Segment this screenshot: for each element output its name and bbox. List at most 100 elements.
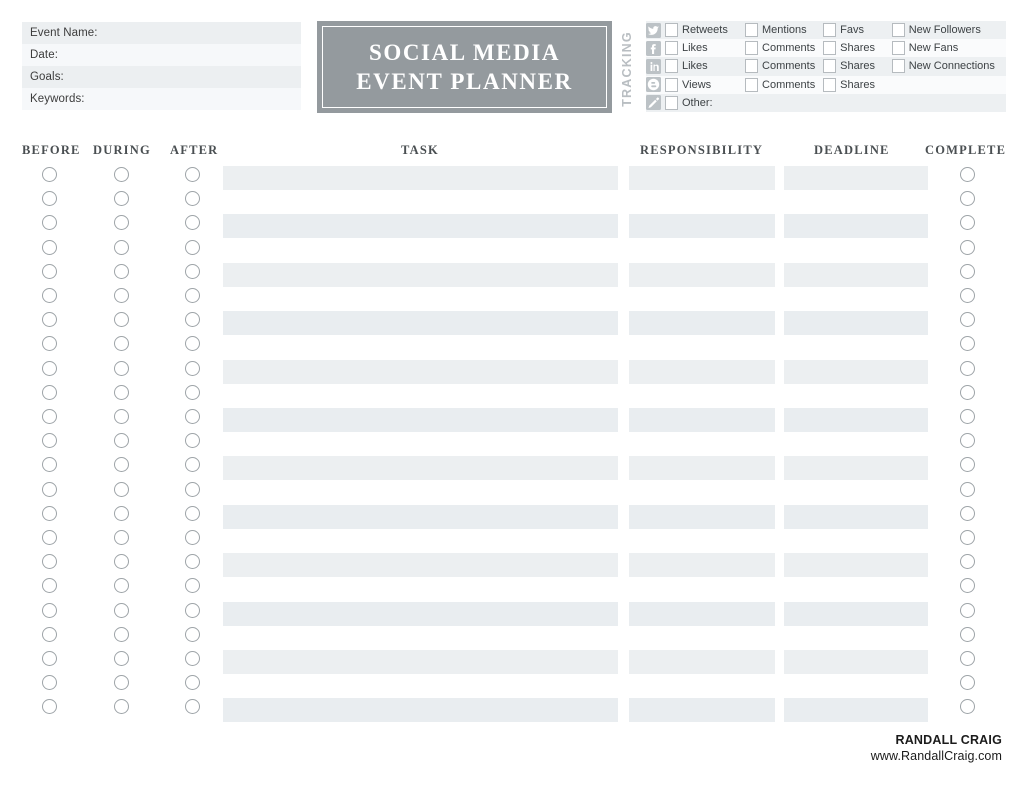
checkbox-circle-complete[interactable] <box>960 384 975 400</box>
checkbox-circle-after[interactable] <box>185 481 200 497</box>
checkbox-circle-after[interactable] <box>185 530 200 545</box>
checkbox-circle-before[interactable] <box>42 578 57 594</box>
checkbox-circle-before[interactable] <box>42 481 57 497</box>
checkbox-circle-before[interactable] <box>42 384 57 400</box>
checkbox-circle-during[interactable] <box>114 433 129 449</box>
checkbox-circle-before[interactable] <box>42 360 57 376</box>
checkbox-circle-after[interactable] <box>185 699 200 715</box>
checkbox-circle-after[interactable] <box>185 675 200 691</box>
checkbox-circle-during[interactable] <box>114 191 129 207</box>
input-field-responsibility[interactable] <box>629 553 775 578</box>
checkbox-circle-after[interactable] <box>185 288 200 303</box>
checkbox-circle-after[interactable] <box>185 626 200 642</box>
input-field-deadline[interactable] <box>784 214 928 239</box>
checkbox-circle-before[interactable] <box>42 602 57 618</box>
checkbox-circle-complete[interactable] <box>960 675 975 691</box>
checkbox-circle-during[interactable] <box>114 336 129 352</box>
checkbox-circle-before[interactable] <box>42 239 57 255</box>
checkbox-circle-before[interactable] <box>42 191 57 207</box>
checkbox-circle-after[interactable] <box>185 384 200 400</box>
checkbox-circle-complete[interactable] <box>960 699 975 715</box>
tracking-checkbox[interactable] <box>665 59 678 74</box>
checkbox-circle-after[interactable] <box>185 433 200 449</box>
checkbox-circle-complete[interactable] <box>960 505 975 521</box>
input-field-deadline[interactable] <box>784 456 928 481</box>
input-field-task[interactable] <box>223 601 618 626</box>
checkbox-circle-before[interactable] <box>42 530 57 545</box>
checkbox-circle-after[interactable] <box>185 602 200 618</box>
checkbox-circle-complete[interactable] <box>960 578 975 594</box>
checkbox-circle-complete[interactable] <box>960 288 975 303</box>
input-field-task[interactable] <box>223 456 618 481</box>
checkbox-circle-during[interactable] <box>114 360 129 376</box>
checkbox-circle-before[interactable] <box>42 505 57 521</box>
checkbox-circle-before[interactable] <box>42 336 57 352</box>
checkbox-circle-during[interactable] <box>114 675 129 691</box>
checkbox-circle-before[interactable] <box>42 167 57 182</box>
checkbox-circle-complete[interactable] <box>960 263 975 279</box>
checkbox-circle-during[interactable] <box>114 409 129 424</box>
checkbox-circle-during[interactable] <box>114 554 129 570</box>
checkbox-circle-complete[interactable] <box>960 554 975 570</box>
checkbox-circle-complete[interactable] <box>960 530 975 545</box>
checkbox-circle-after[interactable] <box>185 409 200 424</box>
tracking-checkbox[interactable] <box>745 41 759 56</box>
tracking-checkbox[interactable] <box>823 77 837 92</box>
input-field-responsibility[interactable] <box>629 166 775 190</box>
checkbox-circle-before[interactable] <box>42 651 57 666</box>
checkbox-circle-before[interactable] <box>42 263 57 279</box>
input-field-task[interactable] <box>223 214 618 239</box>
input-field-task[interactable] <box>223 166 618 190</box>
checkbox-circle-during[interactable] <box>114 481 129 497</box>
input-field-deadline[interactable] <box>784 311 928 336</box>
tracking-checkbox[interactable] <box>745 77 759 92</box>
checkbox-circle-during[interactable] <box>114 384 129 400</box>
tracking-checkbox[interactable] <box>891 59 905 74</box>
input-field-deadline[interactable] <box>784 359 928 384</box>
checkbox-circle-after[interactable] <box>185 312 200 328</box>
checkbox-circle-after[interactable] <box>185 239 200 255</box>
input-field-deadline[interactable] <box>784 601 928 626</box>
input-field-task[interactable] <box>223 650 618 674</box>
input-field-responsibility[interactable] <box>629 601 775 626</box>
input-field-deadline[interactable] <box>784 553 928 578</box>
checkbox-circle-complete[interactable] <box>960 457 975 473</box>
checkbox-circle-before[interactable] <box>42 457 57 473</box>
checkbox-circle-during[interactable] <box>114 626 129 642</box>
checkbox-circle-during[interactable] <box>114 651 129 666</box>
checkbox-circle-during[interactable] <box>114 578 129 594</box>
checkbox-circle-complete[interactable] <box>960 191 975 207</box>
tracking-checkbox[interactable] <box>745 59 759 74</box>
form-row-date[interactable]: Date: <box>22 44 301 66</box>
tracking-checkbox[interactable] <box>823 41 837 56</box>
input-field-responsibility[interactable] <box>629 650 775 674</box>
checkbox-circle-before[interactable] <box>42 626 57 642</box>
checkbox-circle-complete[interactable] <box>960 360 975 376</box>
checkbox-circle-after[interactable] <box>185 167 200 182</box>
checkbox-circle-after[interactable] <box>185 336 200 352</box>
checkbox-circle-complete[interactable] <box>960 336 975 352</box>
checkbox-circle-before[interactable] <box>42 409 57 424</box>
checkbox-circle-complete[interactable] <box>960 626 975 642</box>
checkbox-circle-before[interactable] <box>42 699 57 715</box>
input-field-task[interactable] <box>223 262 618 287</box>
checkbox-circle-during[interactable] <box>114 505 129 521</box>
checkbox-circle-complete[interactable] <box>960 651 975 666</box>
input-field-deadline[interactable] <box>784 504 928 529</box>
checkbox-circle-after[interactable] <box>185 505 200 521</box>
input-field-deadline[interactable] <box>784 408 928 432</box>
tracking-checkbox[interactable] <box>823 59 837 74</box>
checkbox-circle-during[interactable] <box>114 167 129 182</box>
checkbox-circle-during[interactable] <box>114 215 129 231</box>
checkbox-circle-during[interactable] <box>114 263 129 279</box>
tracking-checkbox[interactable] <box>665 95 678 110</box>
checkbox-circle-during[interactable] <box>114 530 129 545</box>
checkbox-circle-during[interactable] <box>114 288 129 303</box>
tracking-checkbox[interactable] <box>891 23 905 38</box>
input-field-task[interactable] <box>223 698 618 723</box>
checkbox-circle-complete[interactable] <box>960 312 975 328</box>
tracking-checkbox[interactable] <box>823 23 837 38</box>
tracking-checkbox[interactable] <box>745 23 759 38</box>
input-field-responsibility[interactable] <box>629 408 775 432</box>
checkbox-circle-after[interactable] <box>185 215 200 231</box>
